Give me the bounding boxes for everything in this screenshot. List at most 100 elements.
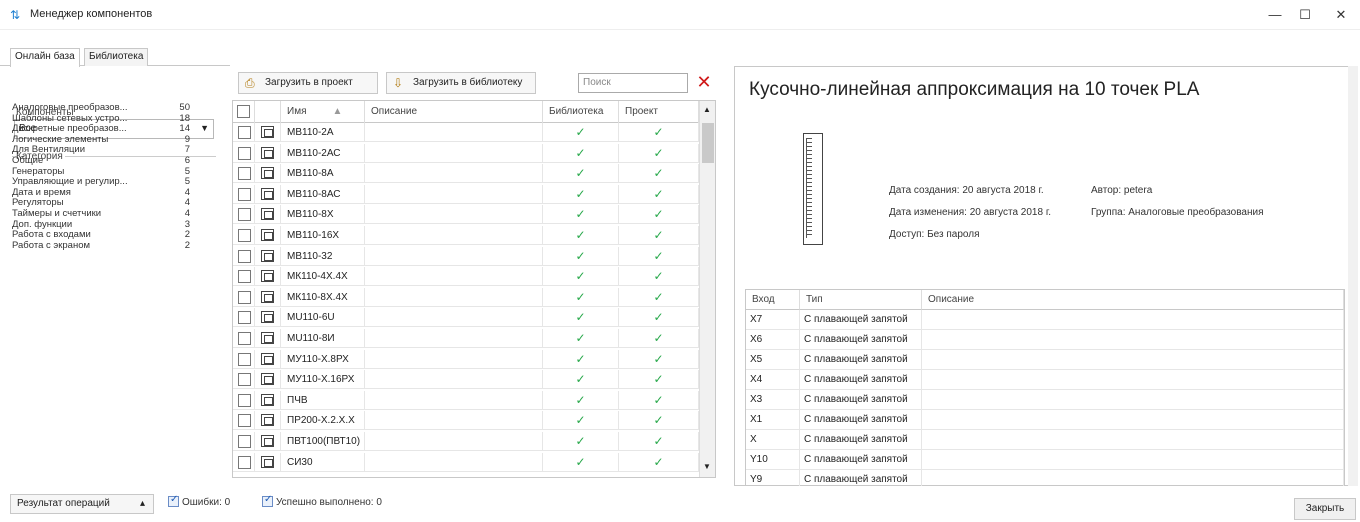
load-library-icon: ⇩ bbox=[393, 76, 404, 90]
row-checkbox[interactable] bbox=[238, 249, 251, 263]
table-row[interactable]: ПР200-Х.2.Х.Х ✓ ✓ bbox=[233, 411, 699, 431]
row-icon-cell bbox=[255, 370, 281, 390]
row-checkbox[interactable] bbox=[238, 229, 251, 242]
category-item[interactable]: Общие 6 bbox=[12, 155, 190, 167]
header-description[interactable]: Описание bbox=[365, 101, 543, 123]
port-row[interactable]: X3 С плавающей запятой bbox=[746, 390, 1344, 410]
scroll-up-icon[interactable]: ▲ bbox=[703, 105, 711, 114]
row-checkbox[interactable] bbox=[238, 146, 251, 160]
grid-scrollbar[interactable]: ▲ ▼ bbox=[699, 101, 715, 477]
port-type: С плавающей запятой bbox=[800, 350, 922, 370]
port-type: С плавающей запятой bbox=[800, 470, 922, 486]
table-row[interactable]: МК110-4Х.4Х ✓ ✓ bbox=[233, 267, 699, 287]
row-checkbox[interactable] bbox=[238, 332, 251, 345]
load-to-library-button[interactable]: ⇩ Загрузить в библиотеку bbox=[386, 72, 536, 94]
row-name: МВ110-8Х bbox=[281, 205, 365, 225]
search-input[interactable]: Поиск bbox=[578, 73, 688, 93]
minimize-button[interactable]: — bbox=[1260, 6, 1290, 24]
ports-table: Вход Тип Описание X7 С плавающей запятой X… bbox=[745, 289, 1345, 487]
author-info: Автор: petera bbox=[1091, 185, 1153, 196]
scroll-down-icon[interactable]: ▼ bbox=[703, 462, 711, 471]
success-checkbox[interactable] bbox=[262, 494, 273, 507]
component-icon bbox=[261, 393, 274, 406]
port-row[interactable]: X6 С плавающей запятой bbox=[746, 330, 1344, 350]
header-project[interactable]: Проект bbox=[619, 101, 699, 123]
row-checkbox[interactable] bbox=[238, 167, 251, 181]
row-icon-cell bbox=[255, 349, 281, 369]
table-row[interactable]: МU110-8И ✓ ✓ bbox=[233, 329, 699, 348]
project-check-icon: ✓ bbox=[619, 184, 699, 204]
table-row[interactable]: МВ110-16Х ✓ ✓ bbox=[233, 226, 699, 245]
maximize-button[interactable]: ☐ bbox=[1290, 6, 1320, 24]
row-icon-cell bbox=[255, 143, 281, 163]
row-checkbox[interactable] bbox=[238, 373, 251, 387]
project-check-icon: ✓ bbox=[619, 390, 699, 410]
operation-results-dropdown[interactable]: Результат операций ▴ bbox=[10, 494, 154, 514]
table-row[interactable]: ПЧВ ✓ ✓ bbox=[233, 390, 699, 410]
row-checkbox[interactable] bbox=[238, 126, 251, 139]
table-row[interactable]: МВ110-2АС ✓ ✓ bbox=[233, 143, 699, 163]
category-item[interactable]: Таймеры и счетчики 4 bbox=[12, 207, 190, 220]
clear-search-icon[interactable]: ✕ bbox=[694, 71, 714, 93]
row-description bbox=[365, 184, 543, 204]
row-checkbox[interactable] bbox=[238, 311, 251, 325]
component-icon bbox=[261, 290, 274, 303]
tab-online-base[interactable]: Онлайн база bbox=[10, 48, 80, 67]
tab-library[interactable]: Библиотека bbox=[84, 48, 149, 66]
port-input: X3 bbox=[746, 390, 800, 410]
row-name: ПЧВ bbox=[281, 390, 365, 410]
category-item[interactable]: Аналоговые преобразов... 50 bbox=[12, 102, 190, 114]
close-window-button[interactable]: ✕ bbox=[1326, 6, 1356, 24]
table-row[interactable]: СИ30 ✓ ✓ bbox=[233, 452, 699, 472]
grid-scroll-thumb[interactable] bbox=[702, 123, 714, 163]
ports-header-input: Вход bbox=[746, 290, 800, 310]
port-row[interactable]: X7 С плавающей запятой bbox=[746, 310, 1344, 330]
row-name: ПВТ100(ПВТ10) bbox=[281, 432, 365, 451]
row-checkbox[interactable] bbox=[238, 393, 251, 407]
close-button[interactable]: Закрыть bbox=[1294, 498, 1356, 520]
header-select-all[interactable] bbox=[233, 101, 255, 123]
row-checkbox[interactable] bbox=[238, 187, 251, 201]
errors-toggle[interactable]: Ошибки: 0 bbox=[168, 494, 230, 508]
row-icon-cell bbox=[255, 308, 281, 328]
row-checkbox[interactable] bbox=[238, 208, 251, 222]
chevron-down-icon: ▼ bbox=[200, 123, 209, 133]
category-item[interactable]: Работа с экраном 2 bbox=[12, 240, 190, 252]
group-info: Группа: Аналоговые преобразования bbox=[1091, 207, 1264, 218]
port-row[interactable]: X5 С плавающей запятой bbox=[746, 350, 1344, 370]
table-row[interactable]: МУ110-Х.8РХ ✓ ✓ bbox=[233, 349, 699, 369]
row-checkbox[interactable] bbox=[238, 435, 251, 448]
category-count: 50 bbox=[179, 102, 190, 113]
header-name[interactable]: Имя ▲ bbox=[281, 101, 365, 123]
table-row[interactable]: МК110-8Х.4Х ✓ ✓ bbox=[233, 287, 699, 307]
row-checkbox[interactable] bbox=[238, 270, 251, 284]
port-type: С плавающей запятой bbox=[800, 330, 922, 350]
library-check-icon: ✓ bbox=[543, 329, 619, 348]
row-checkbox[interactable] bbox=[238, 352, 251, 366]
errors-checkbox[interactable] bbox=[168, 494, 179, 507]
table-row[interactable]: МУ110-Х.16РХ ✓ ✓ bbox=[233, 370, 699, 390]
load-to-project-button[interactable]: ⎙ Загрузить в проект bbox=[238, 72, 378, 94]
category-name: Таймеры и счетчики bbox=[12, 207, 102, 219]
row-checkbox[interactable] bbox=[238, 455, 251, 469]
table-row[interactable]: МВ110-2А ✓ ✓ bbox=[233, 123, 699, 142]
header-library[interactable]: Библиотека bbox=[543, 101, 619, 123]
row-checkbox[interactable] bbox=[238, 414, 251, 428]
port-row[interactable]: X4 С плавающей запятой bbox=[746, 370, 1344, 390]
table-row[interactable]: МВ110-8АС ✓ ✓ bbox=[233, 184, 699, 204]
table-row[interactable]: МU110-6U ✓ ✓ bbox=[233, 308, 699, 328]
success-toggle[interactable]: Успешно выполнено: 0 bbox=[262, 494, 382, 508]
detail-scrollbar[interactable] bbox=[1348, 66, 1358, 486]
port-row[interactable]: Y10 С плавающей запятой bbox=[746, 450, 1344, 470]
port-row[interactable]: X1 С плавающей запятой bbox=[746, 410, 1344, 430]
table-row[interactable]: МВ110-8Х ✓ ✓ bbox=[233, 205, 699, 225]
table-row[interactable]: МВ110-8А ✓ ✓ bbox=[233, 164, 699, 184]
table-row[interactable]: ПВТ100(ПВТ10) ✓ ✓ bbox=[233, 432, 699, 451]
select-all-checkbox[interactable] bbox=[237, 105, 250, 118]
status-bar: Результат операций ▴ Ошибки: 0 Успешно в… bbox=[0, 486, 1360, 522]
row-checkbox[interactable] bbox=[238, 290, 251, 304]
port-description bbox=[922, 410, 1344, 430]
port-row[interactable]: Y9 С плавающей запятой bbox=[746, 470, 1344, 486]
table-row[interactable]: МВ110-32 ✓ ✓ bbox=[233, 246, 699, 266]
port-row[interactable]: XС плавающей запятой bbox=[746, 430, 1344, 450]
